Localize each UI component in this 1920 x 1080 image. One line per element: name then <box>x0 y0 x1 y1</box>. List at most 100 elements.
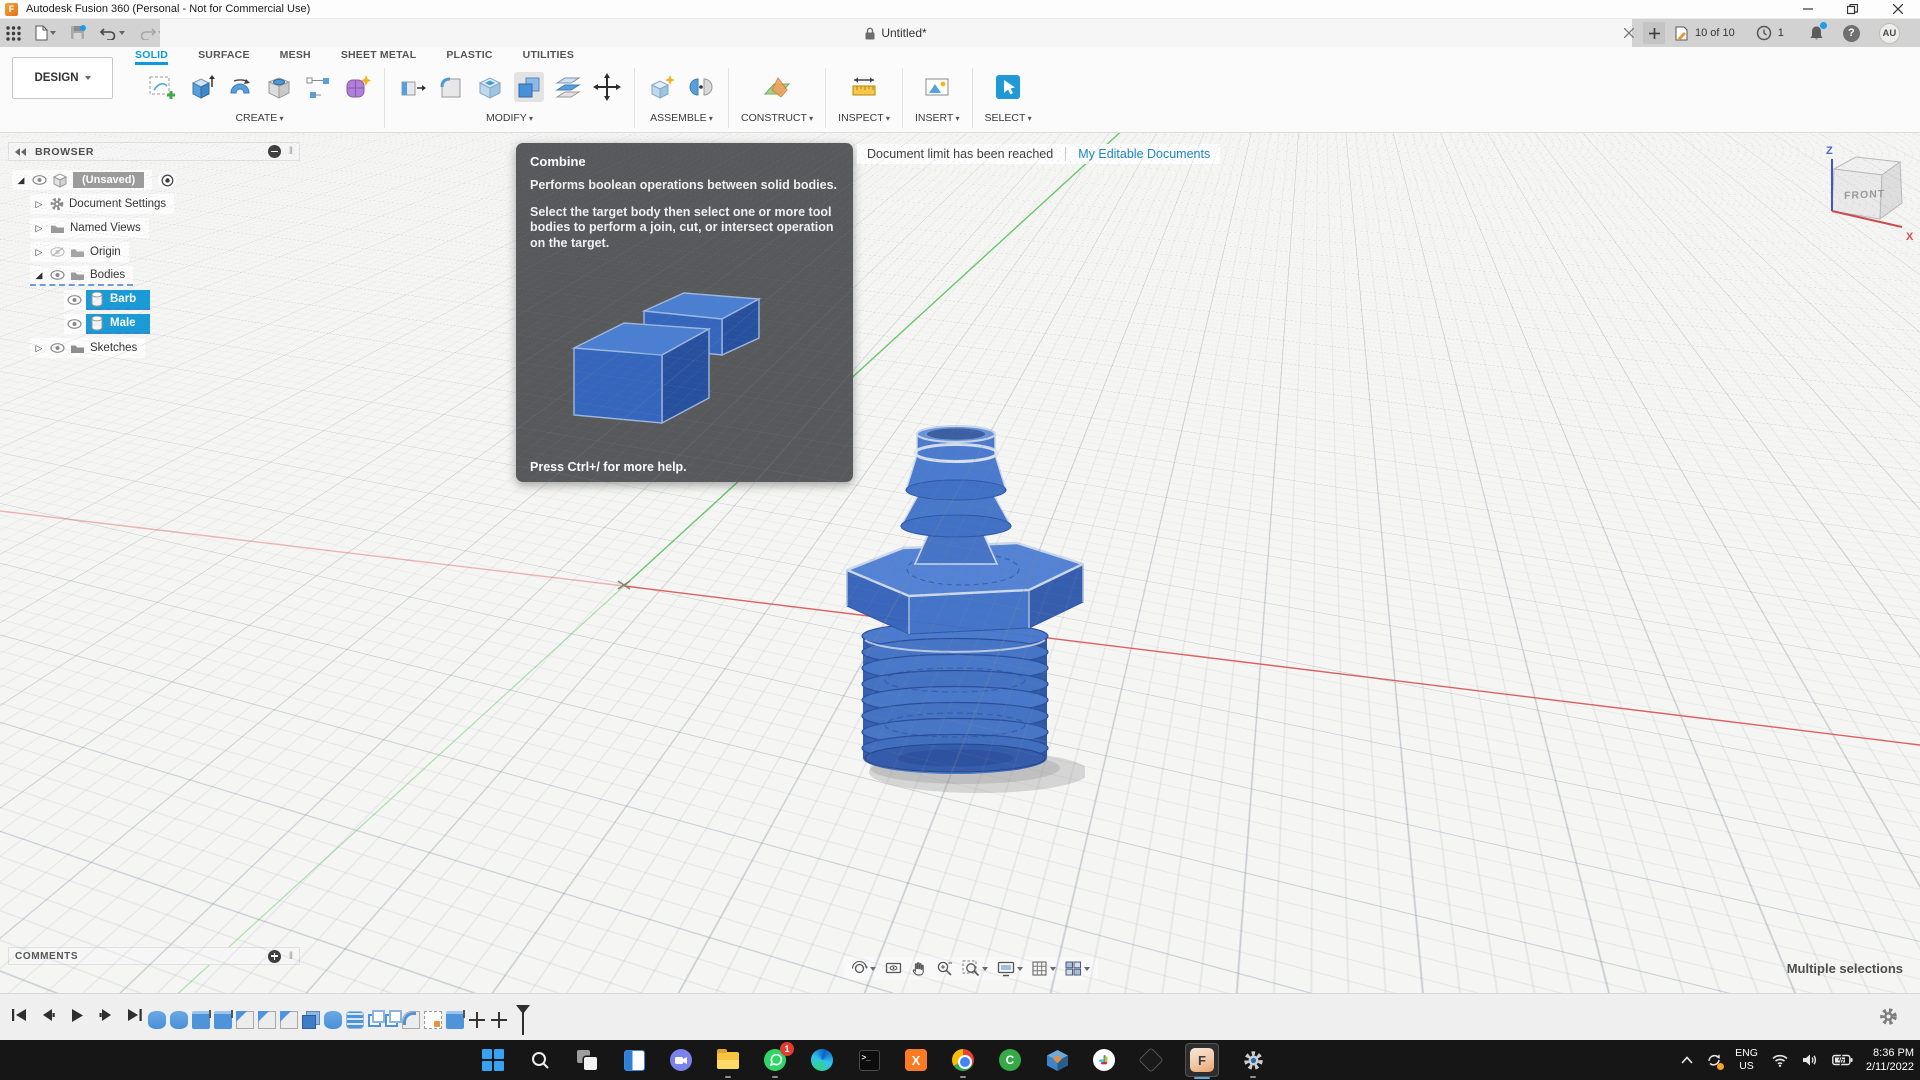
combine-icon[interactable] <box>514 72 544 102</box>
viewports-button[interactable] <box>1065 961 1090 976</box>
tab-plastic[interactable]: PLASTIC <box>446 47 492 61</box>
editable-documents-link[interactable]: My Editable Documents <box>1078 147 1210 161</box>
viewcube-front-face[interactable]: FRONT <box>1844 188 1885 202</box>
root-document-label[interactable]: (Unsaved) <box>73 172 145 188</box>
visibility-eye-icon[interactable] <box>32 175 47 185</box>
press-pull-icon[interactable] <box>397 72 427 102</box>
help-button[interactable] <box>1842 24 1860 42</box>
undo-button[interactable] <box>100 26 125 40</box>
feature-combine-icon[interactable] <box>302 1011 320 1029</box>
document-limit-counter[interactable]: 10 of 10 <box>1674 26 1735 41</box>
new-component-icon[interactable] <box>647 72 677 102</box>
visibility-eye-icon[interactable] <box>50 343 65 353</box>
xampp-icon[interactable] <box>903 1047 929 1073</box>
tab-solid[interactable]: SOLID <box>135 47 169 65</box>
clock-datetime[interactable]: 8:36 PM 2/11/2022 <box>1866 1046 1914 1075</box>
select-cursor-icon[interactable] <box>993 72 1023 102</box>
hole-icon[interactable] <box>264 72 294 102</box>
comments-panel[interactable]: COMMENTS ‖ <box>8 947 300 965</box>
activate-component-radio[interactable] <box>158 171 177 189</box>
revolve-icon[interactable] <box>225 72 255 102</box>
timeline-settings-gear-icon[interactable] <box>1879 1007 1898 1026</box>
feature-chamfer-icon[interactable] <box>258 1011 276 1029</box>
feature-extrude-icon[interactable] <box>214 1010 233 1029</box>
new-tab-button[interactable] <box>1643 22 1665 44</box>
tree-item-named-views[interactable]: ▷ Named Views <box>30 218 149 238</box>
zoom-window-button[interactable] <box>962 960 988 977</box>
user-avatar[interactable]: AU <box>1878 22 1900 44</box>
tray-overflow-chevron[interactable] <box>1681 1056 1693 1064</box>
wifi-icon[interactable] <box>1771 1053 1789 1067</box>
grid-snap-button[interactable] <box>1032 961 1056 977</box>
tree-item-document-settings[interactable]: ▷ Document Settings <box>30 194 175 214</box>
create-dropdown[interactable]: CREATE <box>147 112 372 124</box>
collapse-panel-icon[interactable] <box>15 147 27 156</box>
barb-fitting-model[interactable] <box>845 420 1085 800</box>
tree-item-body-barb[interactable]: Barb <box>86 290 151 310</box>
pan-button[interactable] <box>911 960 927 977</box>
tree-item-sketches[interactable]: ▷ Sketches <box>30 338 146 358</box>
feature-fillet-icon[interactable] <box>402 1011 420 1029</box>
measure-icon[interactable] <box>849 72 879 102</box>
whatsapp-icon[interactable]: 1 <box>762 1042 794 1078</box>
tree-item-bodies[interactable]: ◢ Bodies <box>30 266 134 286</box>
tree-item-body-male[interactable]: Male <box>86 314 150 334</box>
view-cube[interactable]: FRONT Z X <box>1818 145 1918 255</box>
feature-extrude-icon[interactable] <box>446 1010 465 1029</box>
edge-browser-icon[interactable] <box>809 1047 835 1073</box>
volume-icon[interactable] <box>1802 1053 1819 1067</box>
visibility-eye-icon[interactable] <box>50 270 65 280</box>
inspect-dropdown[interactable]: INSPECT <box>838 112 890 124</box>
file-menu-button[interactable] <box>35 25 56 41</box>
settings-gear-icon[interactable] <box>1240 1047 1266 1078</box>
search-icon[interactable] <box>527 1047 553 1073</box>
document-tab[interactable]: Untitled* <box>160 19 1632 47</box>
construct-dropdown[interactable]: CONSTRUCT <box>741 112 813 124</box>
app-grid-menu-icon[interactable] <box>6 25 21 41</box>
create-sketch-icon[interactable] <box>147 72 177 102</box>
go-to-start-button[interactable] <box>10 1006 28 1024</box>
assemble-dropdown[interactable]: ASSEMBLE <box>647 112 716 124</box>
browser-header[interactable]: BROWSER ‖ <box>8 142 300 161</box>
feature-pattern-icon[interactable] <box>368 1009 385 1027</box>
tree-item-root[interactable]: ◢ (Unsaved) <box>12 170 153 190</box>
tree-item-origin[interactable]: ▷ Origin <box>30 242 129 262</box>
visibility-off-eye-icon[interactable] <box>50 247 65 257</box>
expanded-arrow-icon[interactable]: ◢ <box>33 270 45 281</box>
tab-close-icon[interactable] <box>1624 28 1634 38</box>
feature-extrude-icon[interactable] <box>192 1010 211 1029</box>
feature-cylinder-icon[interactable] <box>170 1011 188 1029</box>
collapsed-arrow-icon[interactable]: ▷ <box>33 223 45 234</box>
feature-thread-icon[interactable] <box>346 1011 364 1029</box>
zoom-button[interactable] <box>936 960 953 977</box>
minimize-button[interactable] <box>1785 0 1830 19</box>
visibility-eye-icon[interactable] <box>67 295 82 305</box>
collapsed-arrow-icon[interactable]: ▷ <box>33 247 45 258</box>
insert-dropdown[interactable]: INSERT <box>915 112 960 124</box>
feature-chamfer-icon[interactable] <box>236 1011 254 1029</box>
update-sync-icon[interactable] <box>1706 1052 1725 1070</box>
feature-move-icon[interactable] <box>490 1011 508 1029</box>
hide-all-button[interactable] <box>267 145 281 158</box>
terminal-icon[interactable] <box>856 1047 882 1073</box>
expanded-arrow-icon[interactable]: ◢ <box>15 175 27 186</box>
inkscape-icon[interactable] <box>1138 1047 1164 1073</box>
language-indicator[interactable]: ENG US <box>1735 1047 1758 1072</box>
fillet-icon[interactable] <box>436 72 466 102</box>
shell-icon[interactable] <box>475 72 505 102</box>
tab-mesh[interactable]: MESH <box>280 47 311 61</box>
step-forward-button[interactable] <box>97 1006 115 1024</box>
feature-sketch-icon[interactable] <box>424 1011 442 1029</box>
insert-canvas-icon[interactable] <box>922 72 952 102</box>
play-button[interactable] <box>68 1006 86 1024</box>
select-dropdown[interactable]: SELECT <box>985 112 1032 124</box>
tab-utilities[interactable]: UTILITIES <box>523 47 574 61</box>
orbit-button[interactable] <box>851 960 876 977</box>
go-to-end-button[interactable] <box>126 1006 144 1024</box>
viewport-canvas[interactable]: FRONT Z X Combine Performs boolean opera… <box>0 133 1920 993</box>
modify-dropdown[interactable]: MODIFY <box>397 112 622 124</box>
slack-icon[interactable] <box>1091 1047 1117 1073</box>
look-at-button[interactable] <box>885 961 902 976</box>
panel-grip[interactable]: ‖ <box>289 951 293 962</box>
job-status-button[interactable]: 1 <box>1756 25 1784 41</box>
